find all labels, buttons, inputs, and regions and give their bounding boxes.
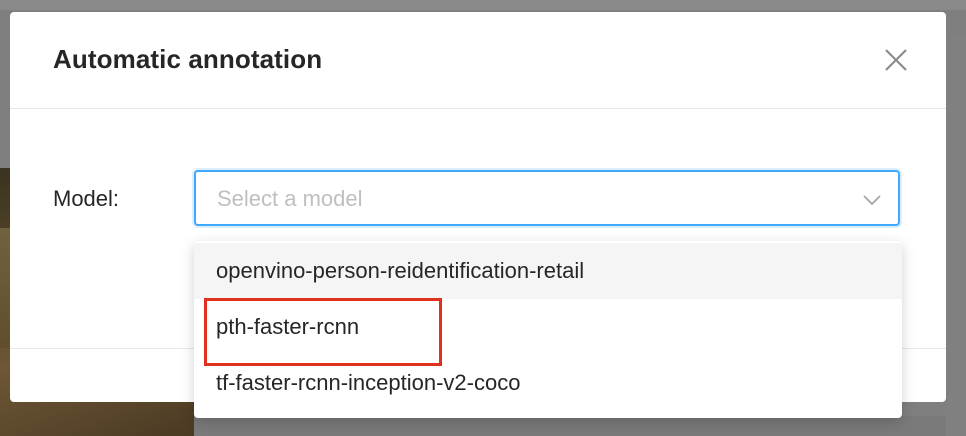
background-app-panel	[194, 416, 966, 436]
background-app-header	[0, 0, 966, 10]
background-app-column	[946, 36, 966, 436]
dialog-title: Automatic annotation	[53, 44, 323, 74]
close-icon	[885, 49, 907, 71]
model-dropdown-menu: openvino-person-reidentification-retail …	[194, 241, 902, 418]
model-option[interactable]: openvino-person-reidentification-retail	[194, 243, 902, 299]
model-option[interactable]: tf-faster-rcnn-inception-v2-coco	[194, 355, 902, 411]
chevron-down-icon	[863, 195, 881, 206]
model-option[interactable]: pth-faster-rcnn	[194, 299, 902, 355]
dialog-header: Automatic annotation	[10, 12, 946, 109]
model-select-placeholder: Select a model	[217, 186, 363, 211]
model-label: Model:	[53, 186, 120, 211]
model-select[interactable]: Select a model	[194, 170, 900, 226]
close-button[interactable]	[878, 42, 914, 78]
